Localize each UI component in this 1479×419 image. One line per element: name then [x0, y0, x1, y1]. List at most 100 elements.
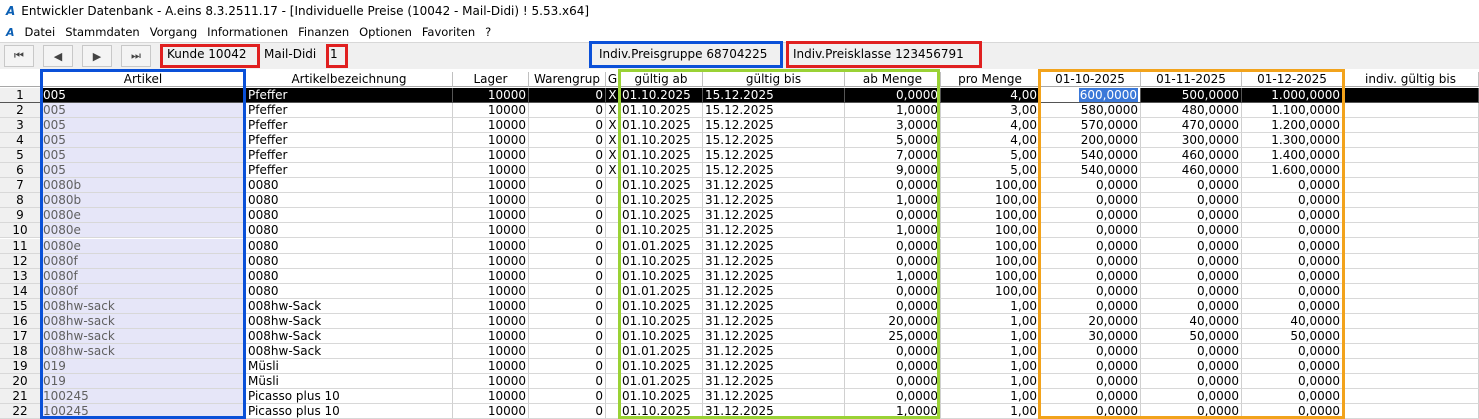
next-record-icon[interactable]: ▶ — [82, 45, 112, 67]
cell-artikelbezeichnung[interactable]: Pfeffer — [246, 133, 453, 149]
cell-pro-menge[interactable]: 1,00 — [941, 404, 1040, 419]
cell-artikelbezeichnung[interactable]: 008hw-Sack — [246, 298, 453, 314]
cell-pro-menge[interactable]: 1,00 — [941, 343, 1040, 359]
cell-artikelbezeichnung[interactable]: Müsli — [246, 358, 453, 374]
cell-lager[interactable]: 10000 — [453, 178, 529, 194]
cell-artikelbezeichnung[interactable]: 008hw-Sack — [246, 343, 453, 359]
cell-indiv-gueltig-bis[interactable] — [1343, 118, 1479, 134]
cell-warengruppe[interactable]: 0 — [529, 118, 606, 134]
cell-lager[interactable]: 10000 — [453, 238, 529, 254]
cell-indiv-gueltig-bis[interactable] — [1343, 373, 1479, 389]
cell-pro-menge[interactable]: 1,00 — [941, 389, 1040, 404]
cell-artikelbezeichnung[interactable]: 008hw-Sack — [246, 328, 453, 344]
cell-artikelbezeichnung[interactable]: Pfeffer — [246, 88, 453, 103]
last-record-icon[interactable]: ⏭ — [121, 45, 151, 67]
cell-pro-menge[interactable]: 5,00 — [941, 148, 1040, 164]
menu-vorgang[interactable]: Vorgang — [150, 25, 197, 39]
cell-artikelbezeichnung[interactable]: 0080 — [246, 223, 453, 239]
cell-artikelbezeichnung[interactable]: Pfeffer — [246, 118, 453, 134]
header-warengruppe[interactable]: Warengrup — [529, 72, 606, 87]
cell-pro-menge[interactable]: 100,00 — [941, 253, 1040, 269]
header-indiv-gueltig-bis[interactable]: indiv. gültig bis — [1343, 72, 1479, 87]
cell-warengruppe[interactable]: 0 — [529, 253, 606, 269]
menu-informationen[interactable]: Informationen — [207, 25, 288, 39]
cell-pro-menge[interactable]: 100,00 — [941, 193, 1040, 209]
cell-lager[interactable]: 10000 — [453, 328, 529, 344]
cell-pro-menge[interactable]: 1,00 — [941, 298, 1040, 314]
cell-indiv-gueltig-bis[interactable] — [1343, 389, 1479, 404]
menu-stammdaten[interactable]: Stammdaten — [65, 25, 139, 39]
cell-pro-menge[interactable]: 1,00 — [941, 373, 1040, 389]
cell-lager[interactable]: 10000 — [453, 298, 529, 314]
cell-lager[interactable]: 10000 — [453, 103, 529, 119]
cell-artikelbezeichnung[interactable]: 008hw-Sack — [246, 313, 453, 329]
cell-warengruppe[interactable]: 0 — [529, 328, 606, 344]
cell-pro-menge[interactable]: 100,00 — [941, 208, 1040, 224]
cell-indiv-gueltig-bis[interactable] — [1343, 283, 1479, 299]
cell-warengruppe[interactable]: 0 — [529, 373, 606, 389]
cell-warengruppe[interactable]: 0 — [529, 268, 606, 284]
cell-warengruppe[interactable]: 0 — [529, 313, 606, 329]
cell-artikelbezeichnung[interactable]: Pfeffer — [246, 148, 453, 164]
cell-indiv-gueltig-bis[interactable] — [1343, 238, 1479, 254]
cell-warengruppe[interactable]: 0 — [529, 343, 606, 359]
cell-indiv-gueltig-bis[interactable] — [1343, 313, 1479, 329]
cell-lager[interactable]: 10000 — [453, 283, 529, 299]
cell-artikelbezeichnung[interactable]: Pfeffer — [246, 103, 453, 119]
cell-artikelbezeichnung[interactable]: Pfeffer — [246, 163, 453, 179]
cell-pro-menge[interactable]: 1,00 — [941, 358, 1040, 374]
cell-warengruppe[interactable]: 0 — [529, 404, 606, 419]
cell-artikelbezeichnung[interactable]: 0080 — [246, 283, 453, 299]
cell-warengruppe[interactable]: 0 — [529, 223, 606, 239]
cell-indiv-gueltig-bis[interactable] — [1343, 223, 1479, 239]
cell-indiv-gueltig-bis[interactable] — [1343, 298, 1479, 314]
cell-lager[interactable]: 10000 — [453, 193, 529, 209]
cell-indiv-gueltig-bis[interactable] — [1343, 268, 1479, 284]
cell-lager[interactable]: 10000 — [453, 163, 529, 179]
cell-pro-menge[interactable]: 100,00 — [941, 223, 1040, 239]
cell-indiv-gueltig-bis[interactable] — [1343, 358, 1479, 374]
cell-warengruppe[interactable]: 0 — [529, 103, 606, 119]
cell-pro-menge[interactable]: 5,00 — [941, 163, 1040, 179]
cell-warengruppe[interactable]: 0 — [529, 283, 606, 299]
cell-indiv-gueltig-bis[interactable] — [1343, 88, 1479, 103]
cell-warengruppe[interactable]: 0 — [529, 389, 606, 404]
cell-warengruppe[interactable]: 0 — [529, 358, 606, 374]
cell-warengruppe[interactable]: 0 — [529, 148, 606, 164]
cell-lager[interactable]: 10000 — [453, 133, 529, 149]
cell-warengruppe[interactable]: 0 — [529, 193, 606, 209]
cell-artikelbezeichnung[interactable]: Picasso plus 10 — [246, 389, 453, 404]
menu-datei[interactable]: Datei — [25, 25, 56, 39]
cell-lager[interactable]: 10000 — [453, 118, 529, 134]
cell-warengruppe[interactable]: 0 — [529, 133, 606, 149]
cell-indiv-gueltig-bis[interactable] — [1343, 328, 1479, 344]
header-artikelbezeichnung[interactable]: Artikelbezeichnung — [246, 72, 453, 87]
cell-pro-menge[interactable]: 100,00 — [941, 283, 1040, 299]
cell-pro-menge[interactable]: 3,00 — [941, 103, 1040, 119]
cell-artikelbezeichnung[interactable]: Müsli — [246, 373, 453, 389]
cell-pro-menge[interactable]: 1,00 — [941, 328, 1040, 344]
cell-pro-menge[interactable]: 100,00 — [941, 268, 1040, 284]
cell-lager[interactable]: 10000 — [453, 148, 529, 164]
header-lager[interactable]: Lager — [453, 72, 529, 87]
cell-artikelbezeichnung[interactable]: Picasso plus 10 — [246, 404, 453, 419]
cell-warengruppe[interactable]: 0 — [529, 238, 606, 254]
cell-artikelbezeichnung[interactable]: 0080 — [246, 253, 453, 269]
prev-record-icon[interactable]: ◀ — [43, 45, 73, 67]
cell-artikelbezeichnung[interactable]: 0080 — [246, 193, 453, 209]
header-pro-menge[interactable]: pro Menge — [941, 72, 1040, 87]
cell-lager[interactable]: 10000 — [453, 358, 529, 374]
cell-indiv-gueltig-bis[interactable] — [1343, 163, 1479, 179]
menu-help[interactable]: ? — [485, 25, 491, 39]
cell-artikelbezeichnung[interactable]: 0080 — [246, 178, 453, 194]
menu-favoriten[interactable]: Favoriten — [422, 25, 475, 39]
cell-lager[interactable]: 10000 — [453, 208, 529, 224]
cell-warengruppe[interactable]: 0 — [529, 163, 606, 179]
header-row-number[interactable] — [0, 72, 41, 87]
cell-pro-menge[interactable]: 100,00 — [941, 238, 1040, 254]
cell-artikelbezeichnung[interactable]: 0080 — [246, 208, 453, 224]
cell-artikelbezeichnung[interactable]: 0080 — [246, 268, 453, 284]
cell-indiv-gueltig-bis[interactable] — [1343, 404, 1479, 419]
cell-pro-menge[interactable]: 4,00 — [941, 133, 1040, 149]
cell-lager[interactable]: 10000 — [453, 223, 529, 239]
